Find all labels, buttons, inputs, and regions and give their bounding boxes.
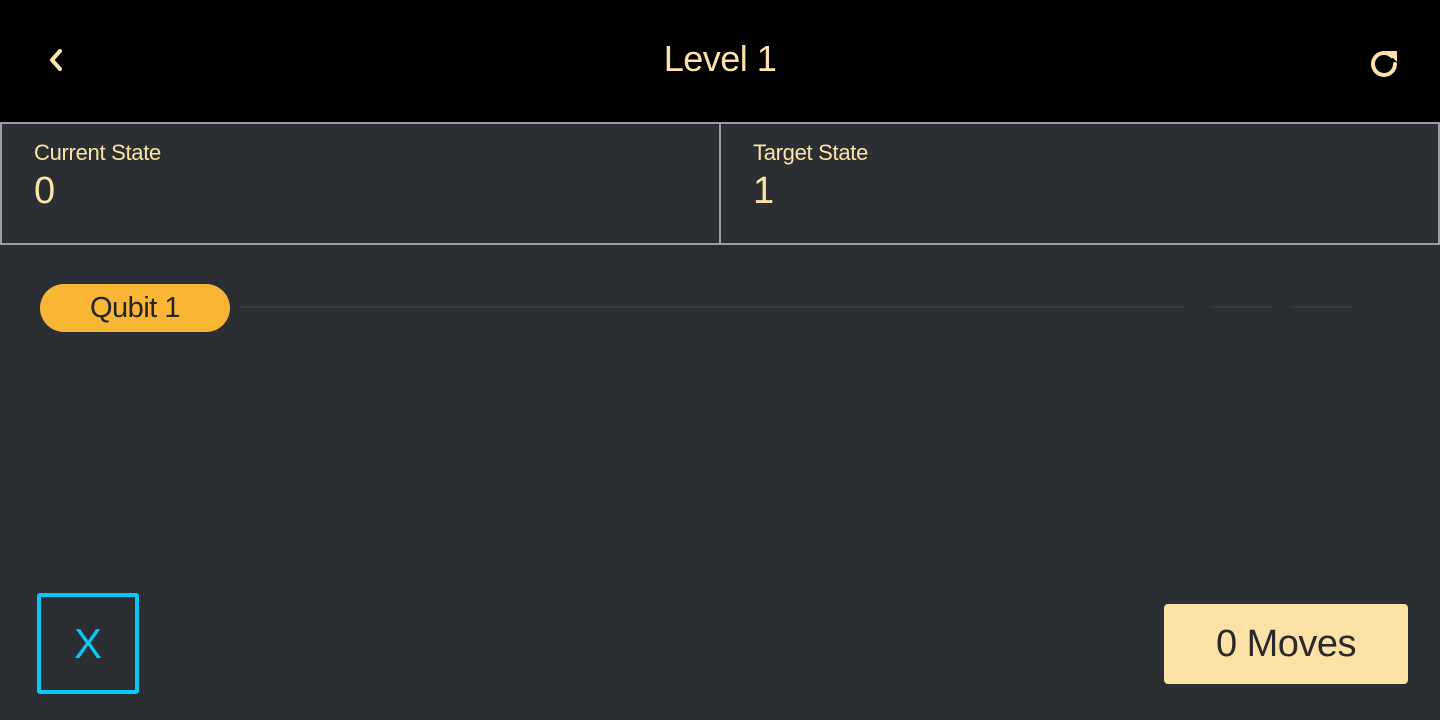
current-state-panel: Current State 0 (2, 124, 719, 243)
target-state-panel: Target State 1 (719, 124, 1438, 243)
target-state-label: Target State (753, 140, 869, 165)
moves-counter: 0 Moves (1164, 604, 1408, 684)
gate-slot[interactable] (1210, 306, 1272, 308)
reset-button[interactable] (1362, 42, 1406, 86)
gate-slot[interactable] (1290, 306, 1352, 308)
state-panel: Current State 0 Target State 1 (0, 122, 1440, 245)
x-gate-button[interactable]: X (37, 593, 139, 694)
level-title: Level 1 (663, 38, 777, 79)
top-bar: Level 1 (0, 0, 1440, 122)
current-state-value: 0 (34, 170, 56, 212)
refresh-icon (1371, 50, 1397, 77)
qubit-label: Qubit 1 (40, 284, 230, 332)
target-state-value: 1 (753, 170, 775, 212)
qubit-row: Qubit 1 (40, 284, 1360, 332)
qubit-wire (240, 306, 1184, 308)
current-state-label: Current State (34, 140, 161, 165)
